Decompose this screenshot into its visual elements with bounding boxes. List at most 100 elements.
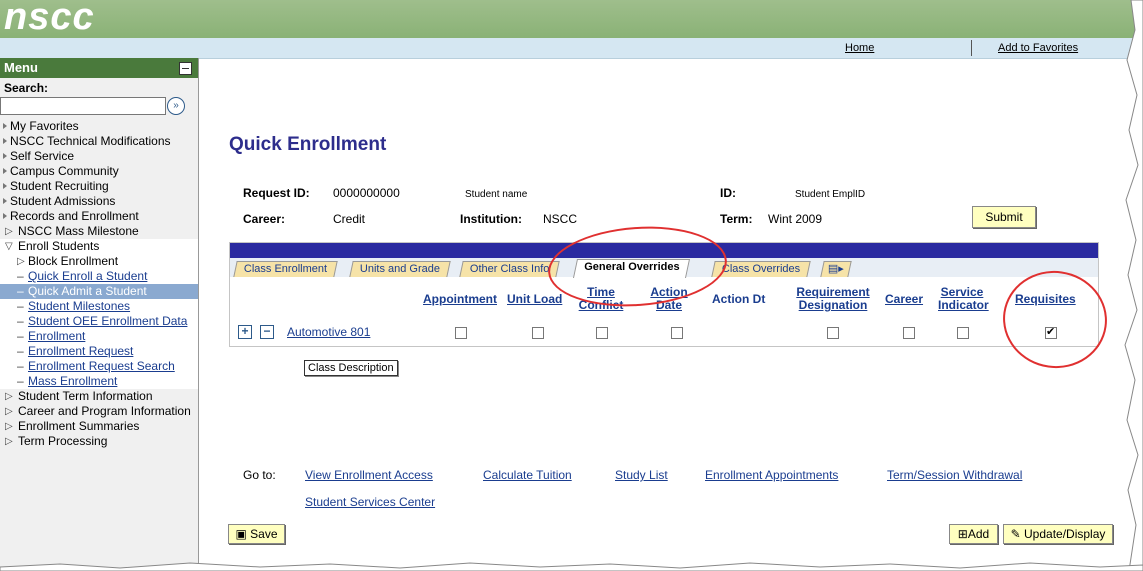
nscc-logo: nscc	[4, 0, 95, 38]
left-menu: Menu Search: » My Favorites NSCC Technic…	[0, 58, 199, 571]
class-link[interactable]: Automotive 801	[287, 325, 370, 339]
add-to-favorites-link[interactable]: Add to Favorites	[998, 42, 1078, 54]
tab-strip: Class Enrollment Units and Grade Other C…	[230, 258, 1098, 278]
menu-item-enrollment[interactable]: – Enrollment	[0, 329, 198, 344]
emplid-value: Student EmplID	[795, 189, 866, 200]
menu-item-label: Enrollment Request	[28, 344, 134, 358]
expand-arrow-icon: ▷	[5, 436, 13, 447]
menu-item-label: Student OEE Enrollment Data	[28, 314, 188, 328]
col-action-date[interactable]: Action Date	[644, 286, 694, 312]
goto-label: Go to:	[243, 468, 276, 482]
menu-item-records-enrollment[interactable]: Records and Enrollment	[0, 209, 198, 224]
home-link[interactable]: Home	[845, 42, 874, 54]
appointment-checkbox[interactable]	[455, 327, 467, 339]
minimize-icon[interactable]	[179, 62, 192, 75]
class-description-tooltip: Class Description	[304, 360, 398, 376]
term-session-withdrawal-link[interactable]: Term/Session Withdrawal	[887, 468, 1022, 482]
menu-item-campus-community[interactable]: Campus Community	[0, 164, 198, 179]
menu-item-label: Block Enrollment	[28, 254, 119, 268]
delete-row-icon[interactable]: −	[260, 325, 274, 339]
menu-item-label: Enrollment Summaries	[18, 419, 140, 433]
service-indicator-checkbox[interactable]	[957, 327, 969, 339]
requisites-checkbox[interactable]	[1045, 325, 1057, 339]
menu-item-label: Quick Admit a Student	[28, 284, 147, 298]
request-id-label: Request ID:	[243, 186, 310, 200]
requirement-designation-checkbox[interactable]	[827, 327, 839, 339]
menu-item-student-admissions[interactable]: Student Admissions	[0, 194, 198, 209]
enrollment-appointments-link[interactable]: Enrollment Appointments	[705, 468, 838, 482]
menu-item-label: Term Processing	[18, 434, 108, 448]
menu-item-mass-enrollment[interactable]: – Mass Enrollment	[0, 374, 198, 389]
menu-item-self-service[interactable]: Self Service	[0, 149, 198, 164]
study-list-link[interactable]: Study List	[615, 468, 668, 482]
institution-value: NSCC	[543, 212, 578, 226]
search-label: Search:	[4, 81, 49, 95]
tab-class-enrollment[interactable]: Class Enrollment	[233, 261, 338, 277]
col-requisites[interactable]: Requisites	[1015, 293, 1076, 306]
col-appointment[interactable]: Appointment	[423, 293, 497, 306]
career-checkbox[interactable]	[903, 327, 915, 339]
menu-item-label: Enroll Students	[18, 239, 100, 253]
institution-label: Institution:	[460, 212, 522, 226]
update-display-button[interactable]: ✎ Update/Display	[1003, 524, 1113, 544]
menu-item-career-program[interactable]: ▷ Career and Program Information	[0, 404, 198, 419]
add-button[interactable]: ⊞Add	[949, 524, 998, 544]
save-button[interactable]: ▣ Save	[228, 524, 285, 544]
col-service-indicator[interactable]: Service Indicator	[938, 286, 989, 312]
tab-general-overrides[interactable]: General Overrides	[572, 259, 691, 278]
tab-class-overrides[interactable]: Class Overrides	[711, 261, 811, 277]
menu-item-label: Enrollment	[28, 329, 86, 343]
col-requirement-designation[interactable]: Requirement Designation	[790, 286, 876, 312]
menu-item-my-favorites[interactable]: My Favorites	[0, 119, 198, 134]
show-all-tabs-icon[interactable]: ▤▸	[820, 261, 852, 277]
expand-arrow-icon: ▷	[5, 391, 13, 402]
tab-other-class-info[interactable]: Other Class Info	[459, 261, 561, 277]
grid-title-bar	[230, 243, 1098, 258]
search-go-icon[interactable]: »	[167, 97, 185, 115]
update-icon: ✎	[1010, 527, 1021, 541]
calculate-tuition-link[interactable]: Calculate Tuition	[483, 468, 572, 482]
col-action-dt: Action Dt	[712, 292, 766, 306]
menu-item-label: NSCC Mass Milestone	[18, 224, 139, 238]
add-icon: ⊞	[957, 527, 968, 541]
menu-item-enrollment-request[interactable]: – Enrollment Request	[0, 344, 198, 359]
menu-item-student-oee[interactable]: – Student OEE Enrollment Data	[0, 314, 198, 329]
col-time-conflict[interactable]: Time Conflict	[573, 286, 629, 312]
menu-item-term-processing[interactable]: ▷ Term Processing	[0, 434, 198, 449]
view-enrollment-access-link[interactable]: View Enrollment Access	[305, 468, 433, 482]
menu-item-quick-admit[interactable]: – Quick Admit a Student	[0, 284, 198, 299]
expand-arrow-icon: ▷	[5, 421, 13, 432]
student-services-center-link[interactable]: Student Services Center	[305, 495, 435, 509]
menu-item-label: Career and Program Information	[18, 404, 191, 418]
menu-search-input[interactable]	[0, 97, 166, 115]
unit-load-checkbox[interactable]	[532, 327, 544, 339]
expand-arrow-icon: ▷	[5, 226, 13, 237]
top-links-bar: Home Add to Favorites	[0, 38, 1143, 59]
menu-item-student-milestones[interactable]: – Student Milestones	[0, 299, 198, 314]
menu-item-label: Student Term Information	[18, 389, 153, 403]
time-conflict-checkbox[interactable]	[596, 327, 608, 339]
action-date-checkbox[interactable]	[671, 327, 683, 339]
menu-item-student-recruiting[interactable]: Student Recruiting	[0, 179, 198, 194]
menu-item-nscc-mass-milestone[interactable]: ▷ NSCC Mass Milestone	[0, 224, 198, 239]
col-unit-load[interactable]: Unit Load	[507, 293, 562, 306]
expand-arrow-icon: ▷	[17, 256, 25, 267]
submit-button[interactable]: Submit	[972, 206, 1036, 228]
menu-item-label: Mass Enrollment	[28, 374, 118, 388]
save-icon: ▣	[235, 527, 247, 541]
menu-item-nscc-technical[interactable]: NSCC Technical Modifications	[0, 134, 198, 149]
menu-item-enroll-students[interactable]: ▽ Enroll Students	[0, 239, 198, 254]
id-label: ID:	[720, 186, 736, 200]
career-label: Career:	[243, 212, 286, 226]
menu-item-student-term-info[interactable]: ▷ Student Term Information	[0, 389, 198, 404]
menu-item-enrollment-summaries[interactable]: ▷ Enrollment Summaries	[0, 419, 198, 434]
menu-item-enrollment-request-search[interactable]: – Enrollment Request Search	[0, 359, 198, 374]
add-row-icon[interactable]: +	[238, 325, 252, 339]
request-id-value: 0000000000	[333, 186, 400, 200]
menu-title: Menu	[4, 60, 38, 75]
menu-item-label: Enrollment Request Search	[28, 359, 175, 373]
menu-item-quick-enroll[interactable]: – Quick Enroll a Student	[0, 269, 198, 284]
col-career[interactable]: Career	[885, 293, 923, 306]
tab-units-and-grade[interactable]: Units and Grade	[349, 261, 451, 277]
menu-item-block-enrollment[interactable]: ▷ Block Enrollment	[0, 254, 198, 269]
